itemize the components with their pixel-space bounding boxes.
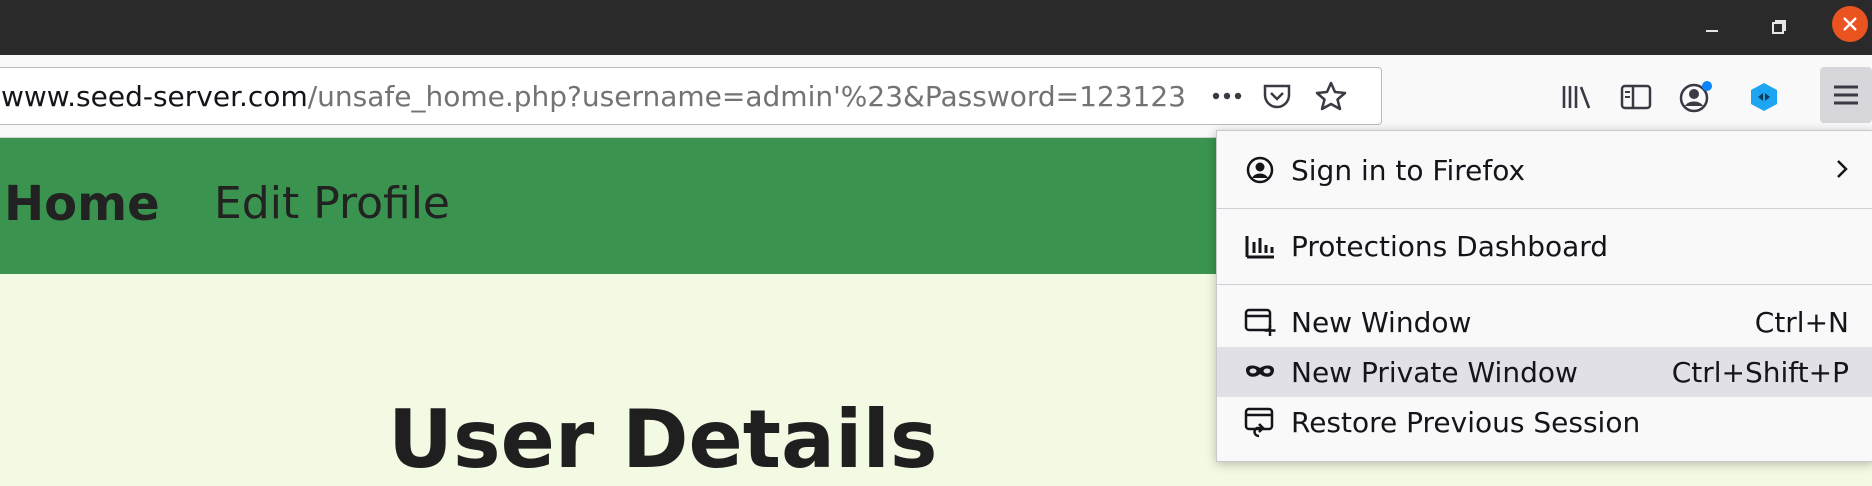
hamburger-menu-icon bbox=[1834, 85, 1858, 105]
more-actions-icon[interactable] bbox=[1209, 78, 1245, 114]
title-bar bbox=[0, 0, 1872, 55]
menu-item-label: Protections Dashboard bbox=[1291, 229, 1609, 263]
menu-item-sign-in[interactable]: Sign in to Firefox bbox=[1217, 145, 1872, 195]
menu-item-label: New Window bbox=[1291, 305, 1472, 339]
app-menu-panel: Sign in to Firefox Protections Dashboard… bbox=[1216, 130, 1872, 462]
menu-separator bbox=[1217, 284, 1872, 285]
sidebar-icon[interactable] bbox=[1616, 77, 1656, 117]
account-icon[interactable] bbox=[1676, 77, 1716, 117]
bookmark-star-icon[interactable] bbox=[1313, 78, 1349, 114]
minimize-icon bbox=[1706, 30, 1718, 32]
navigation-toolbar: www.seed-server.com/unsafe_home.php?user… bbox=[0, 55, 1872, 138]
minimize-button[interactable] bbox=[1695, 10, 1729, 44]
hamburger-menu-button[interactable] bbox=[1820, 67, 1872, 123]
extension-icon[interactable] bbox=[1744, 77, 1784, 117]
restore-icon bbox=[1772, 20, 1786, 34]
protections-dashboard-icon bbox=[1243, 229, 1277, 263]
account-icon bbox=[1243, 153, 1277, 187]
new-window-icon bbox=[1243, 305, 1277, 339]
close-button[interactable] bbox=[1832, 6, 1868, 42]
menu-item-shortcut: Ctrl+N bbox=[1754, 305, 1849, 339]
address-bar[interactable]: www.seed-server.com/unsafe_home.php?user… bbox=[0, 67, 1382, 125]
menu-item-shortcut: Ctrl+Shift+P bbox=[1671, 355, 1849, 389]
private-mask-icon bbox=[1243, 355, 1277, 389]
menu-item-new-private-window[interactable]: New Private Window Ctrl+Shift+P bbox=[1217, 347, 1872, 397]
chevron-right-icon bbox=[1835, 153, 1849, 188]
url-text[interactable]: www.seed-server.com/unsafe_home.php?user… bbox=[1, 80, 1186, 113]
menu-item-new-window[interactable]: New Window Ctrl+N bbox=[1217, 297, 1872, 347]
menu-separator bbox=[1217, 208, 1872, 209]
menu-item-label: New Private Window bbox=[1291, 355, 1578, 389]
menu-item-protections-dashboard[interactable]: Protections Dashboard bbox=[1217, 221, 1872, 271]
restore-session-icon bbox=[1243, 405, 1277, 439]
menu-item-restore-session[interactable]: Restore Previous Session bbox=[1217, 397, 1872, 447]
page-title: User Details bbox=[388, 393, 938, 486]
close-icon bbox=[1843, 17, 1857, 31]
url-path: /unsafe_home.php?username=admin'%23&Pass… bbox=[307, 80, 1186, 113]
url-host: www.seed-server.com bbox=[1, 80, 308, 113]
nav-home-link[interactable]: Home bbox=[4, 176, 160, 232]
nav-edit-profile-link[interactable]: Edit Profile bbox=[214, 178, 450, 229]
library-icon[interactable] bbox=[1556, 77, 1596, 117]
menu-item-label: Restore Previous Session bbox=[1291, 405, 1641, 439]
pocket-icon[interactable] bbox=[1259, 78, 1295, 114]
menu-item-label: Sign in to Firefox bbox=[1291, 153, 1526, 187]
maximize-button[interactable] bbox=[1762, 10, 1796, 44]
